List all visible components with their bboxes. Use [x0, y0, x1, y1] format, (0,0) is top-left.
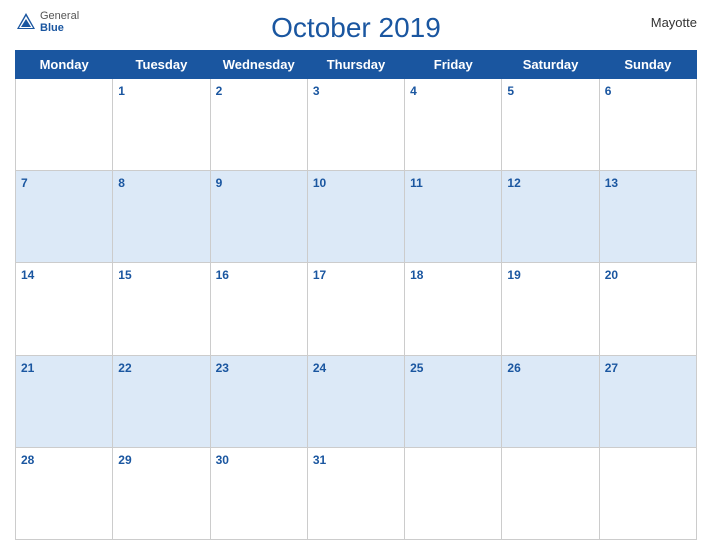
col-thursday: Thursday — [307, 51, 404, 79]
weekday-header-row: Monday Tuesday Wednesday Thursday Friday… — [16, 51, 697, 79]
day-number: 23 — [216, 361, 229, 375]
table-cell: 16 — [210, 263, 307, 355]
table-cell — [502, 447, 599, 539]
table-cell — [16, 79, 113, 171]
day-number: 14 — [21, 268, 34, 282]
day-number: 17 — [313, 268, 326, 282]
table-cell — [405, 447, 502, 539]
day-number: 27 — [605, 361, 618, 375]
day-number: 9 — [216, 176, 223, 190]
day-number: 8 — [118, 176, 125, 190]
day-number: 18 — [410, 268, 423, 282]
table-cell: 11 — [405, 171, 502, 263]
table-cell: 6 — [599, 79, 696, 171]
calendar-wrapper: General Blue October 2019 Mayotte Monday… — [0, 0, 712, 550]
table-cell: 10 — [307, 171, 404, 263]
table-cell: 30 — [210, 447, 307, 539]
table-cell: 27 — [599, 355, 696, 447]
table-cell: 18 — [405, 263, 502, 355]
header-area: General Blue October 2019 Mayotte — [15, 10, 697, 44]
col-tuesday: Tuesday — [113, 51, 210, 79]
day-number: 21 — [21, 361, 34, 375]
day-number: 10 — [313, 176, 326, 190]
day-number: 28 — [21, 453, 34, 467]
day-number: 3 — [313, 84, 320, 98]
day-number: 31 — [313, 453, 326, 467]
table-cell: 12 — [502, 171, 599, 263]
day-number: 25 — [410, 361, 423, 375]
day-number: 15 — [118, 268, 131, 282]
table-cell: 20 — [599, 263, 696, 355]
table-cell — [599, 447, 696, 539]
day-number: 5 — [507, 84, 514, 98]
logo-area: General Blue — [15, 10, 79, 34]
table-cell: 26 — [502, 355, 599, 447]
calendar-week-row: 21 22 23 24 25 26 27 — [16, 355, 697, 447]
table-cell: 15 — [113, 263, 210, 355]
col-wednesday: Wednesday — [210, 51, 307, 79]
table-cell: 3 — [307, 79, 404, 171]
table-cell: 1 — [113, 79, 210, 171]
day-number: 16 — [216, 268, 229, 282]
day-number: 1 — [118, 84, 125, 98]
day-number: 29 — [118, 453, 131, 467]
table-cell: 5 — [502, 79, 599, 171]
region-label: Mayotte — [651, 15, 697, 30]
table-cell: 19 — [502, 263, 599, 355]
day-number: 11 — [410, 176, 423, 190]
col-sunday: Sunday — [599, 51, 696, 79]
table-cell: 28 — [16, 447, 113, 539]
day-number: 7 — [21, 176, 28, 190]
calendar-body: 1234567891011121314151617181920212223242… — [16, 79, 697, 540]
col-monday: Monday — [16, 51, 113, 79]
logo-general-text: General — [40, 10, 79, 22]
table-cell: 23 — [210, 355, 307, 447]
table-cell: 24 — [307, 355, 404, 447]
calendar-week-row: 28 29 30 31 — [16, 447, 697, 539]
table-cell: 9 — [210, 171, 307, 263]
day-number: 13 — [605, 176, 618, 190]
table-cell: 4 — [405, 79, 502, 171]
day-number: 26 — [507, 361, 520, 375]
day-number: 30 — [216, 453, 229, 467]
month-title: October 2019 — [15, 10, 697, 44]
day-number: 24 — [313, 361, 326, 375]
table-cell: 17 — [307, 263, 404, 355]
col-friday: Friday — [405, 51, 502, 79]
table-cell: 14 — [16, 263, 113, 355]
table-cell: 31 — [307, 447, 404, 539]
table-cell: 8 — [113, 171, 210, 263]
logo-blue-text: Blue — [40, 22, 79, 34]
day-number: 12 — [507, 176, 520, 190]
day-number: 2 — [216, 84, 223, 98]
table-cell: 2 — [210, 79, 307, 171]
table-cell: 7 — [16, 171, 113, 263]
table-cell: 25 — [405, 355, 502, 447]
table-cell: 22 — [113, 355, 210, 447]
col-saturday: Saturday — [502, 51, 599, 79]
calendar-week-row: 14 15 16 17 18 19 20 — [16, 263, 697, 355]
calendar-table: Monday Tuesday Wednesday Thursday Friday… — [15, 50, 697, 540]
day-number: 22 — [118, 361, 131, 375]
table-cell: 21 — [16, 355, 113, 447]
table-cell: 29 — [113, 447, 210, 539]
day-number: 4 — [410, 84, 417, 98]
day-number: 19 — [507, 268, 520, 282]
table-cell: 13 — [599, 171, 696, 263]
calendar-week-row: 7 8 9 10 11 12 13 — [16, 171, 697, 263]
calendar-week-row: 1 2 3 4 5 6 — [16, 79, 697, 171]
day-number: 20 — [605, 268, 618, 282]
day-number: 6 — [605, 84, 612, 98]
